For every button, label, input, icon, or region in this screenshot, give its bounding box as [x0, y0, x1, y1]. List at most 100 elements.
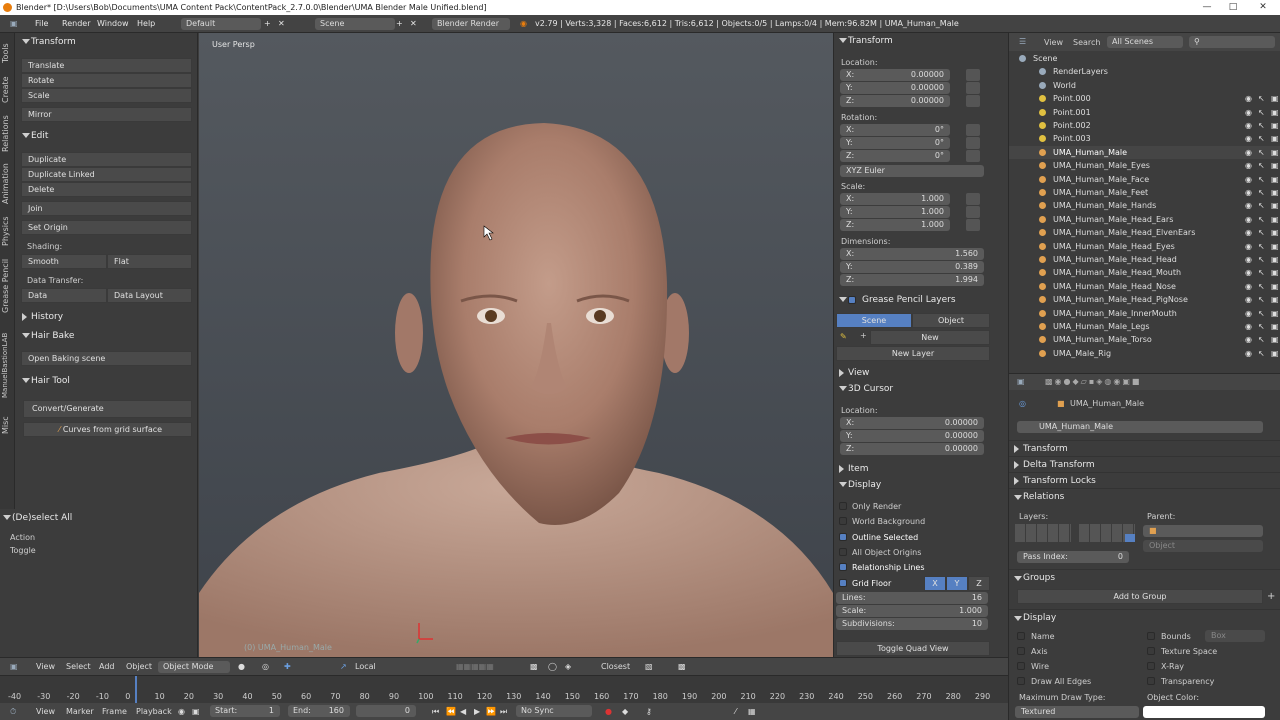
dim-field[interactable]: X: 1.560	[840, 248, 984, 260]
render-camera-icon[interactable]: ▣	[1271, 92, 1279, 105]
select-arrow-icon[interactable]: ↖	[1258, 106, 1265, 119]
gp-object-button[interactable]: Object	[912, 313, 990, 328]
select-arrow-icon[interactable]: ↖	[1258, 119, 1265, 132]
prev-keyframe-icon[interactable]: ⏪	[446, 703, 456, 720]
preview-range-icon[interactable]: ◉	[178, 703, 185, 720]
render-camera-icon[interactable]: ▣	[1271, 213, 1279, 226]
timeline-menu-marker[interactable]: Marker	[66, 703, 94, 720]
gp-new-button[interactable]: New	[870, 330, 990, 345]
menu-select[interactable]: Select	[66, 658, 91, 676]
outliner-item[interactable]: UMA_Human_Male_InnerMouth ◉ ↖ ▣	[1009, 307, 1280, 320]
cur-field[interactable]: X: 0.00000	[840, 417, 984, 429]
draw-edges-checkbox[interactable]	[1017, 677, 1025, 685]
select-arrow-icon[interactable]: ↖	[1258, 280, 1265, 293]
opengl-render-icon[interactable]: ▩	[678, 658, 686, 676]
eye-icon[interactable]: ◉	[1245, 280, 1252, 293]
prop-relations-header[interactable]: Relations	[1009, 488, 1280, 504]
tab-animation[interactable]: Animation	[1, 161, 14, 207]
menu-help[interactable]: Help	[137, 15, 155, 33]
snap-icon[interactable]: ◈	[565, 658, 571, 676]
jump-start-icon[interactable]: ⏮	[432, 703, 439, 720]
tab-manuelbastionlab[interactable]: ManuelBastionLAB	[1, 323, 14, 407]
tab-tools[interactable]: Tools	[1, 39, 14, 67]
tab-misc[interactable]: Misc	[1, 413, 14, 437]
lock-layers-icon[interactable]: ▩	[530, 658, 538, 676]
render-camera-icon[interactable]: ▣	[1271, 253, 1279, 266]
outliner-item[interactable]: UMA_Human_Male_Head_PigNose ◉ ↖ ▣	[1009, 293, 1280, 306]
timeline-menu-view[interactable]: View	[36, 703, 55, 720]
eye-icon[interactable]: ◉	[1245, 253, 1252, 266]
info-editor-icon[interactable]: ▣	[10, 15, 18, 33]
eye-icon[interactable]: ◉	[1245, 226, 1252, 239]
toggle-option[interactable]: Toggle	[10, 546, 36, 555]
add-layout-icon[interactable]: +	[264, 15, 271, 33]
loc-field[interactable]: Z: 0.00000	[840, 95, 950, 107]
bounds-checkbox[interactable]	[1147, 632, 1155, 640]
current-frame-cursor[interactable]	[135, 676, 137, 704]
menu-render[interactable]: Render	[62, 15, 90, 33]
data-layout-button[interactable]: Data Layout	[107, 288, 192, 303]
select-arrow-icon[interactable]: ↖	[1258, 226, 1265, 239]
grid-floor-checkbox[interactable]	[839, 579, 847, 587]
render-camera-icon[interactable]: ▣	[1271, 146, 1279, 159]
layout-selector[interactable]: Default	[181, 18, 261, 30]
grid-scale-field[interactable]: Scale: 1.000	[836, 605, 988, 617]
panel-hair-bake-header[interactable]: Hair Bake	[19, 328, 193, 344]
axis-checkbox[interactable]	[1017, 647, 1025, 655]
outliner-menu-view[interactable]: View	[1044, 38, 1063, 47]
join-button[interactable]: Join	[21, 201, 192, 216]
prop-display-header[interactable]: Display	[1009, 609, 1280, 625]
grease-pencil-checkbox[interactable]	[848, 296, 856, 304]
minimize-icon[interactable]: —	[1194, 0, 1220, 15]
remove-scene-icon[interactable]: ✕	[410, 15, 417, 33]
select-arrow-icon[interactable]: ↖	[1258, 253, 1265, 266]
eye-icon[interactable]: ◉	[1245, 159, 1252, 172]
play-icon[interactable]: ▶	[474, 703, 480, 720]
lock-icon[interactable]: ▣	[192, 703, 200, 720]
duplicate-linked-button[interactable]: Duplicate Linked	[21, 167, 192, 182]
render-camera-icon[interactable]: ▣	[1271, 320, 1279, 333]
outliner-item[interactable]: UMA_Human_Male_Feet ◉ ↖ ▣	[1009, 186, 1280, 199]
outliner-display-mode[interactable]: All Scenes	[1107, 36, 1183, 48]
render-camera-icon[interactable]: ▣	[1271, 280, 1279, 293]
prop-delta-header[interactable]: Delta Transform	[1009, 456, 1280, 472]
outliner-item[interactable]: UMA_Human_Male_Face ◉ ↖ ▣	[1009, 173, 1280, 186]
object-name-field[interactable]: UMA_Human_Male	[1017, 421, 1263, 433]
eye-icon[interactable]: ◉	[1245, 186, 1252, 199]
render-engine-selector[interactable]: Blender Render	[432, 18, 510, 30]
select-arrow-icon[interactable]: ↖	[1258, 347, 1265, 360]
select-arrow-icon[interactable]: ↖	[1258, 132, 1265, 145]
cur-field[interactable]: Y: 0.00000	[840, 430, 984, 442]
n-transform-header[interactable]: Transform	[836, 33, 1004, 49]
manipulator-icon[interactable]: ✚	[284, 658, 291, 676]
render-camera-icon[interactable]: ▣	[1271, 159, 1279, 172]
select-arrow-icon[interactable]: ↖	[1258, 266, 1265, 279]
set-origin-dropdown[interactable]: Set Origin	[21, 220, 192, 235]
new-layer-button[interactable]: New Layer	[836, 346, 990, 361]
eye-icon[interactable]: ◉	[1245, 146, 1252, 159]
keying-set-icon[interactable]: ⚷	[646, 703, 652, 720]
eye-icon[interactable]: ◉	[1245, 106, 1252, 119]
properties-context-tabs-icon[interactable]: ▩◉●◆▱▪◈◍◉▣■	[1045, 377, 1141, 386]
outliner-item[interactable]: World	[1009, 79, 1280, 92]
grid-subdiv-field[interactable]: Subdivisions: 10	[836, 618, 988, 630]
next-keyframe-icon[interactable]: ⏩	[486, 703, 496, 720]
keying-icon[interactable]: ◆	[622, 703, 628, 720]
lock-icon[interactable]	[966, 193, 980, 205]
outliner-item[interactable]: Point.002 ◉ ↖ ▣	[1009, 119, 1280, 132]
scale-button[interactable]: Scale	[21, 88, 192, 103]
end-frame-field[interactable]: End: 160	[288, 705, 350, 717]
dim-field[interactable]: Z: 1.994	[840, 274, 984, 286]
select-arrow-icon[interactable]: ↖	[1258, 146, 1265, 159]
data-button[interactable]: Data	[21, 288, 107, 303]
render-camera-icon[interactable]: ▣	[1271, 347, 1279, 360]
insert-key-icon[interactable]: ⁄	[735, 703, 736, 720]
outliner-item[interactable]: UMA_Male_Rig ◉ ↖ ▣	[1009, 347, 1280, 360]
play-reverse-icon[interactable]: ◀	[460, 703, 466, 720]
origins-checkbox[interactable]	[839, 548, 847, 556]
scene-selector[interactable]: Scene	[315, 18, 395, 30]
outliner-item[interactable]: UMA_Human_Male_Head_Mouth ◉ ↖ ▣	[1009, 266, 1280, 279]
transparency-checkbox[interactable]	[1147, 677, 1155, 685]
add-scene-icon[interactable]: +	[396, 15, 403, 33]
rot-field[interactable]: Y: 0°	[840, 137, 950, 149]
